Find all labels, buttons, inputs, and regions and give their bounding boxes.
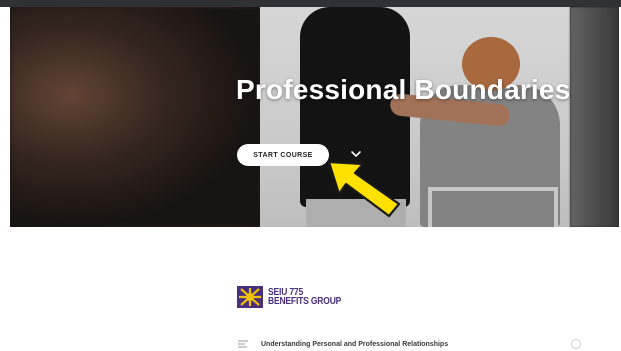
chevron-down-icon[interactable] (350, 148, 362, 160)
brand-line-2: BENEFITS GROUP (268, 296, 342, 307)
brand-logo: SEIU 775 BENEFITS GROUP (237, 286, 354, 308)
hero-banner (10, 7, 619, 227)
lesson-row[interactable]: Understanding Personal and Professional … (237, 337, 581, 351)
top-bar (0, 0, 621, 7)
lesson-title: Understanding Personal and Professional … (261, 340, 449, 348)
lesson-text-icon (238, 340, 248, 348)
sunburst-logo-icon (237, 286, 263, 308)
hero-shade (10, 7, 619, 227)
incomplete-circle-icon (571, 339, 581, 349)
course-title: Professional Boundaries (236, 74, 571, 105)
yellow-pointer-arrow-icon (327, 160, 401, 218)
start-course-button[interactable]: START COURSE (237, 144, 329, 166)
